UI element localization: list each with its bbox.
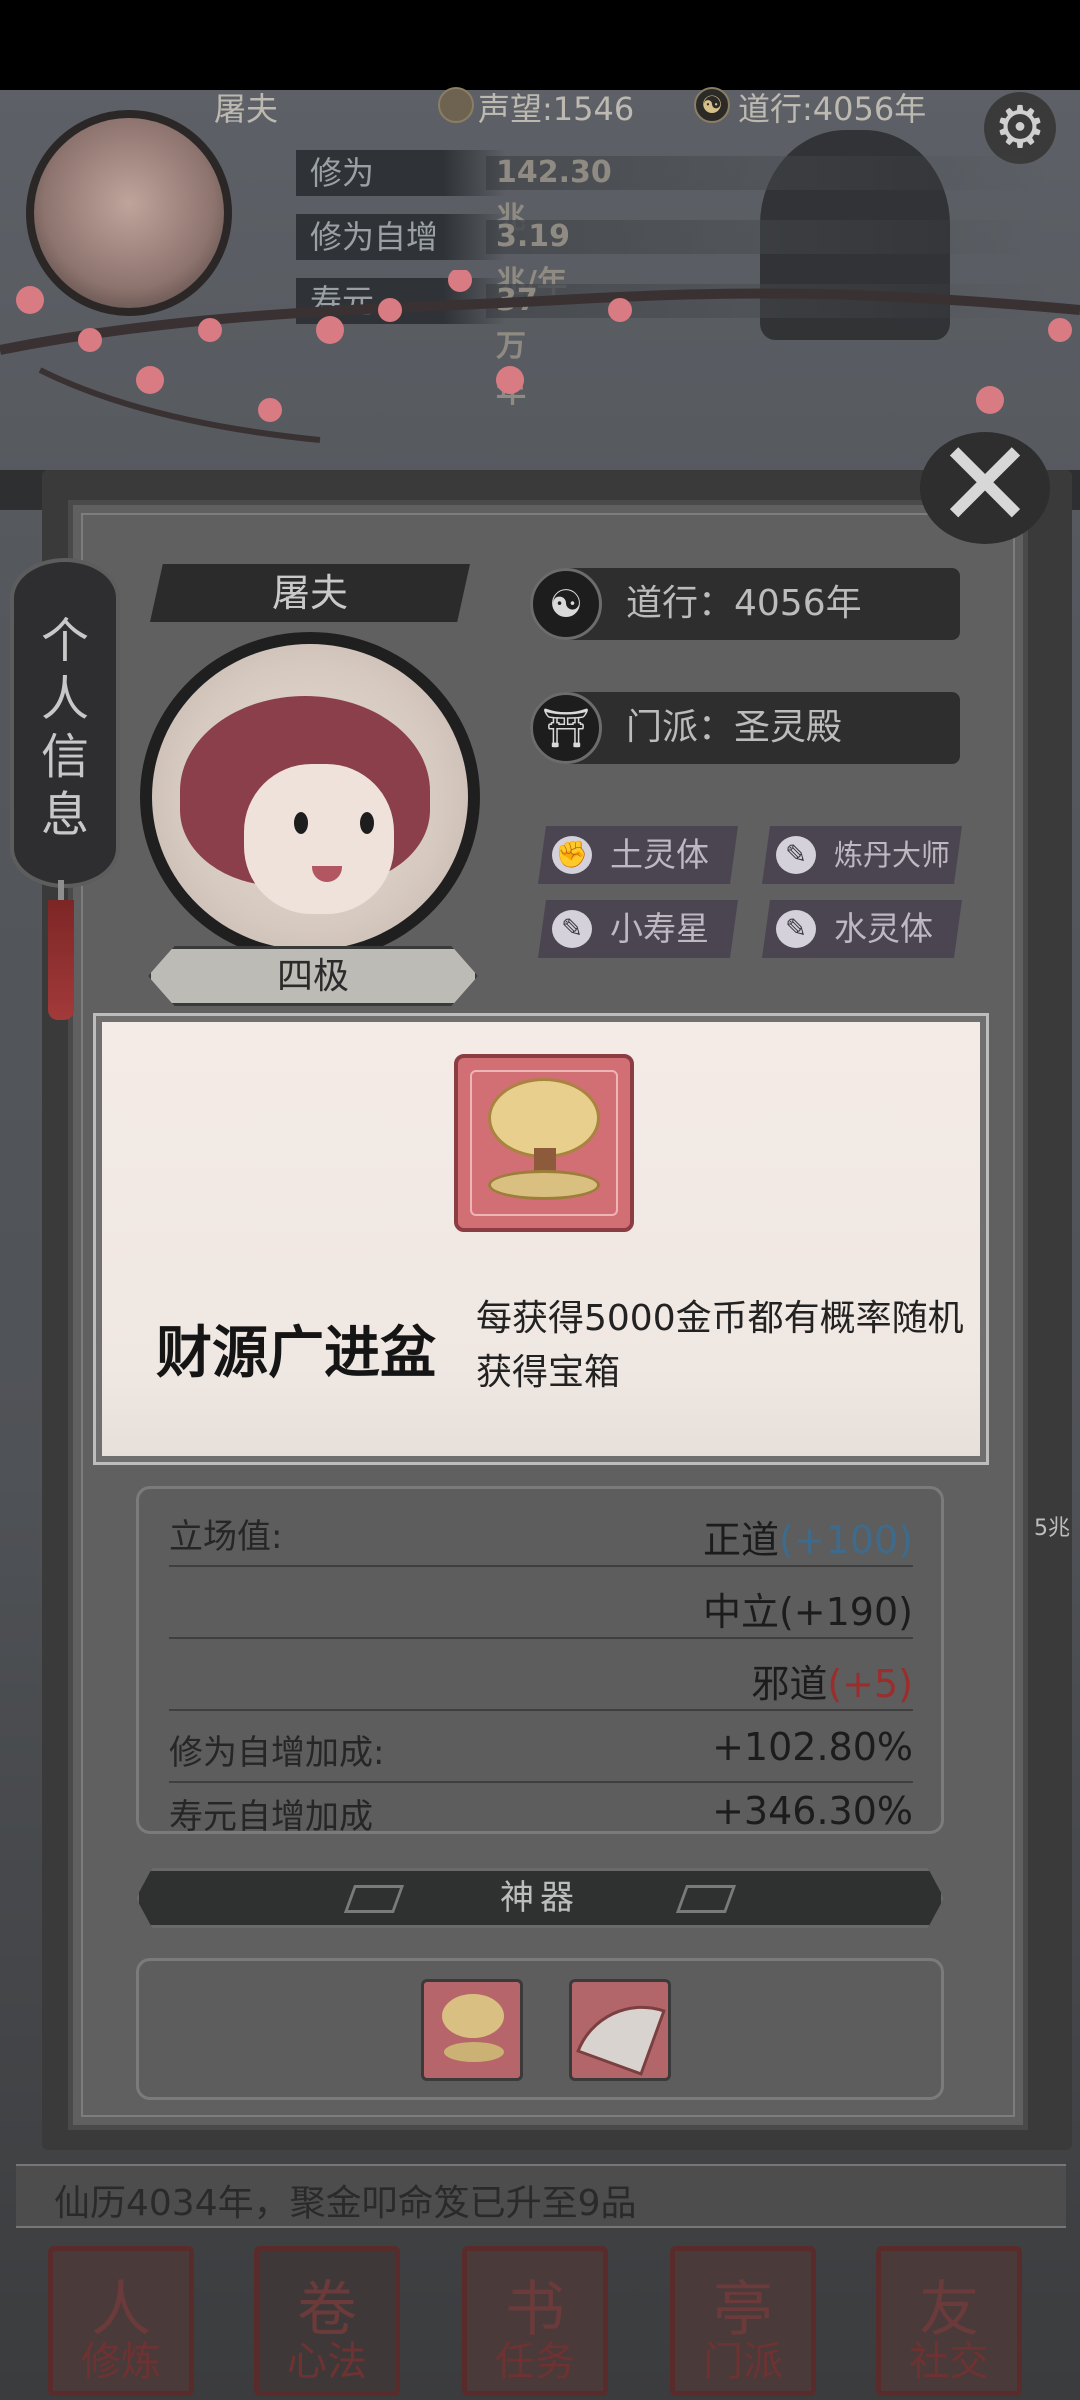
player-name-banner: 屠夫 xyxy=(150,564,470,622)
trait-label: 小寿星 xyxy=(610,909,709,948)
nav-social[interactable]: 友 社交 xyxy=(876,2246,1022,2396)
trait-label: 炼丹大师 xyxy=(834,838,951,872)
trait-badge[interactable]: ✎ 炼丹大师 xyxy=(762,826,962,884)
fan-artifact[interactable] xyxy=(569,1979,671,2081)
nav-label: 社交 xyxy=(909,2339,989,2385)
event-log[interactable]: 仙历4034年，聚金叩命笈已升至9品 xyxy=(16,2164,1066,2228)
stats-box[interactable]: 立场值: 正道(+100) 中立(+190) 邪道(+5) 修为自增加成: +1… xyxy=(136,1486,944,1834)
stat-row: 立场值: 正道(+100) xyxy=(169,1495,913,1567)
fist-icon: ✊ xyxy=(552,836,592,874)
stat-value: +102.80% xyxy=(712,1725,913,1769)
stat-row: 修为自增加成: +102.80% xyxy=(169,1711,913,1783)
bottom-nav: 人 修炼 卷 心法 书 任务 亭 门派 友 社交 xyxy=(0,2234,1080,2400)
trait-badge[interactable]: ✊ 土灵体 xyxy=(538,826,738,884)
stat-value: 中立(+190) xyxy=(702,1590,913,1634)
nav-cultivate[interactable]: 人 修炼 xyxy=(48,2246,194,2396)
nav-label: 修炼 xyxy=(81,2339,161,2385)
rank-banner: 四极 xyxy=(148,946,478,1006)
event-log-text: 仙历4034年，聚金叩命笈已升至9品 xyxy=(54,2183,637,2224)
scroll-icon: ✎ xyxy=(776,836,816,874)
hud-dao: 道行:4056年 xyxy=(738,90,927,128)
nav-method[interactable]: 卷 心法 xyxy=(254,2246,400,2396)
trait-label: 土灵体 xyxy=(610,835,709,874)
trait-badge[interactable]: ✎ 水灵体 xyxy=(762,900,962,958)
sect-info: ⛩ 门派：圣灵殿 xyxy=(530,692,960,764)
dao-info: ☯ 道行：4056年 xyxy=(530,568,960,640)
stat-row: 中立(+190) xyxy=(169,1567,913,1639)
yin-yang-icon: ☯ xyxy=(694,87,730,123)
hud-fame: 声望:1546 xyxy=(478,90,635,128)
nav-label: 门派 xyxy=(703,2339,783,2385)
yin-yang-icon: ☯ xyxy=(530,568,602,640)
scroll-icon: ✎ xyxy=(776,910,816,948)
gear-icon[interactable]: ⚙ xyxy=(984,92,1056,164)
side-tab-text: 个人信息 xyxy=(41,613,90,843)
money-tree-artifact[interactable] xyxy=(421,1979,523,2081)
hud-player-name: 屠夫 xyxy=(214,90,279,128)
artifact-list xyxy=(136,1958,944,2100)
rank-label: 四极 xyxy=(276,956,349,997)
item-tooltip-popup[interactable]: 财源广进盆 每获得5000金币都有概率随机获得宝箱 xyxy=(93,1013,989,1465)
nav-quest[interactable]: 书 任务 xyxy=(462,2246,608,2396)
temple-icon: ⛩ xyxy=(530,692,602,764)
close-button[interactable]: ✕ xyxy=(920,426,1050,546)
stat-value: 正道(+100) xyxy=(702,1518,913,1562)
trait-label: 水灵体 xyxy=(834,909,933,948)
hud-stat-label: 修为自增 xyxy=(296,214,506,260)
player-portrait xyxy=(140,632,480,962)
scroll-icon: ✎ xyxy=(552,910,592,948)
sect-text: 门派：圣灵殿 xyxy=(626,707,843,748)
item-description: 每获得5000金币都有概率随机获得宝箱 xyxy=(476,1298,964,1393)
stat-value: +346.30% xyxy=(712,1789,913,1833)
player-name: 屠夫 xyxy=(271,571,348,615)
stat-label: 立场值: xyxy=(169,1517,283,1557)
artifact-section-header: 神器 xyxy=(136,1868,944,1928)
nav-label: 任务 xyxy=(495,2339,575,2385)
stat-row: 寿元自增加成 +346.30% xyxy=(169,1783,913,1834)
artifact-header-label: 神器 xyxy=(500,1878,580,1918)
hud-stat-label: 修为 xyxy=(296,150,506,196)
stat-label: 寿元自增加成 xyxy=(169,1797,373,1834)
money-tree-icon xyxy=(454,1054,634,1232)
stat-row: 邪道(+5) xyxy=(169,1639,913,1711)
plum-branch-decoration xyxy=(0,270,1080,443)
stat-label: 修为自增加成: xyxy=(169,1733,385,1773)
dao-text: 道行：4056年 xyxy=(626,583,862,624)
side-tab-label: 个人信息 xyxy=(14,612,116,844)
fame-icon xyxy=(438,87,474,123)
tab-personal-info[interactable]: 个人信息 xyxy=(10,558,120,888)
nav-sect[interactable]: 亭 门派 xyxy=(670,2246,816,2396)
nav-label: 心法 xyxy=(287,2339,367,2385)
tassel-decoration xyxy=(48,900,74,1020)
side-peek-value: 5兆 xyxy=(1034,1516,1070,1541)
stat-value: 邪道(+5) xyxy=(751,1662,913,1706)
trait-badge[interactable]: ✎ 小寿星 xyxy=(538,900,738,958)
item-title: 财源广进盆 xyxy=(156,1321,436,1386)
